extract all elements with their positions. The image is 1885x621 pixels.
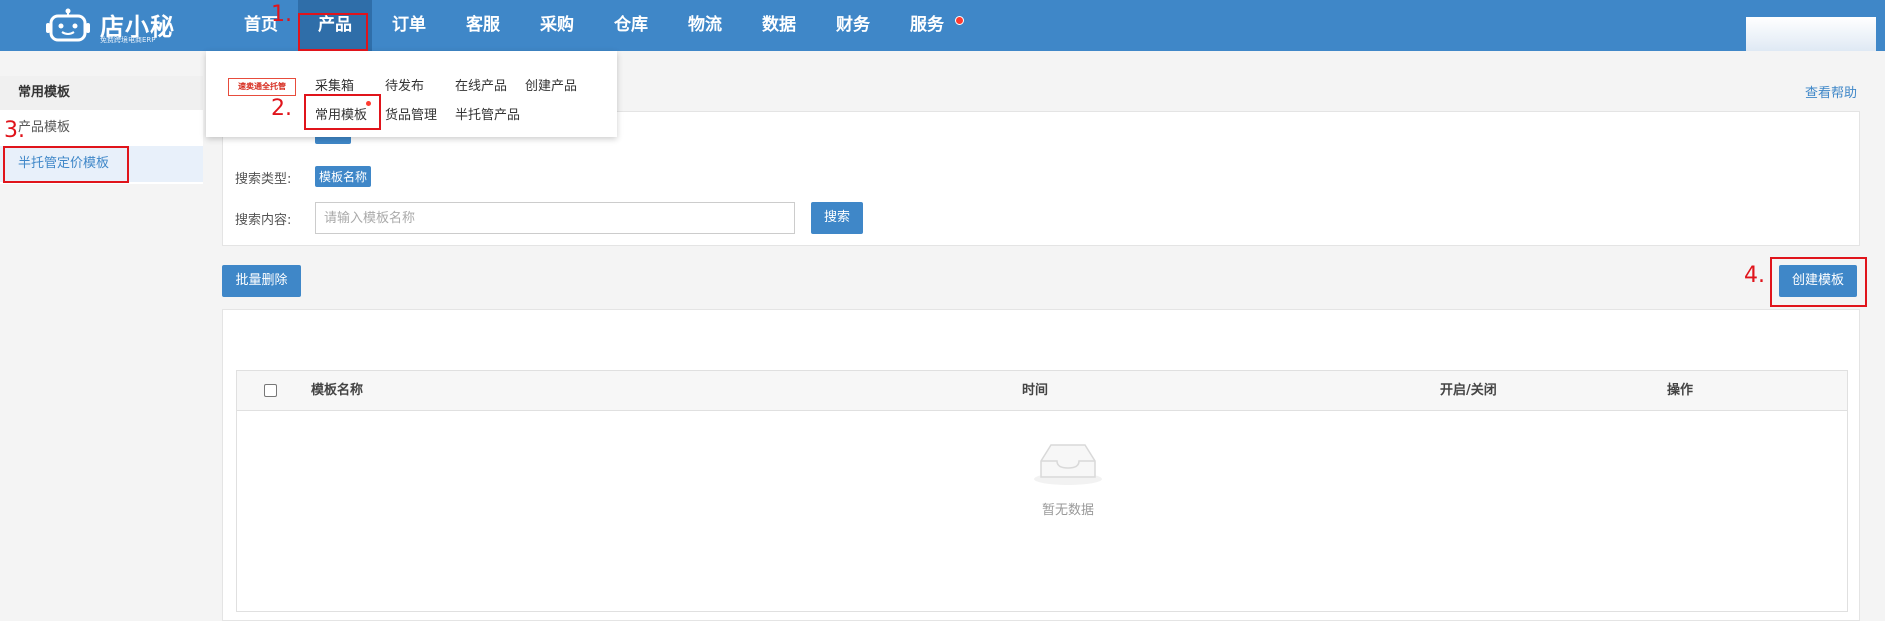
column-on-off: 开启/关闭 (1440, 383, 1497, 398)
column-actions: 操作 (1667, 383, 1694, 398)
annotation-box-common-templates (304, 94, 381, 130)
sidebar-item-product-templates[interactable]: 产品模板 (0, 110, 203, 146)
templates-table: 模板名称 时间 开启/关闭 操作 暂无数据 (236, 370, 1848, 612)
annotation-box-semi-managed-pricing (3, 146, 129, 183)
empty-state-text: 暂无数据 (1041, 503, 1094, 518)
table-panel: 模板名称 时间 开启/关闭 操作 暂无数据 (222, 309, 1860, 621)
search-button[interactable]: 搜索 (811, 202, 863, 234)
search-input[interactable] (315, 202, 795, 234)
menu-item-online-products[interactable]: 在线产品 (455, 75, 507, 94)
select-all-checkbox[interactable] (264, 384, 277, 397)
help-link[interactable]: 查看帮助 (1805, 82, 1857, 101)
batch-delete-button[interactable]: 批量删除 (222, 265, 301, 297)
product-dropdown-menu: 速卖通全托管 采集箱 待发布 在线产品 创建产品 常用模板 货品管理 半托管产品 (206, 51, 617, 137)
annotation-box-create-template (1770, 257, 1867, 307)
search-content-label: 搜索内容: (235, 213, 292, 228)
menu-item-goods-management[interactable]: 货品管理 (385, 104, 437, 123)
menu-item-collection-box[interactable]: 采集箱 (315, 75, 354, 94)
menu-item-semi-managed-products[interactable]: 半托管产品 (455, 104, 520, 123)
nav-item-purchase[interactable]: 采购 (520, 0, 594, 51)
search-type-label: 搜索类型: (235, 172, 292, 187)
annotation-box-product-nav (298, 13, 368, 51)
notification-dot (955, 16, 964, 25)
robot-logo-icon (46, 8, 90, 42)
nav-item-data[interactable]: 数据 (742, 0, 816, 51)
annotation-number-4: 4. (1744, 263, 1765, 288)
aliexpress-full-managed-badge[interactable]: 速卖通全托管 (228, 78, 296, 96)
sidebar-header: 常用模板 (0, 76, 203, 110)
logo[interactable]: 店小秘 免费跨境电商ERP (46, 4, 176, 46)
annotation-number-3: 3. (4, 118, 25, 143)
nav-item-services[interactable]: 服务 (890, 0, 964, 51)
brand-slogan: 免费跨境电商ERP (100, 36, 156, 44)
nav-item-order[interactable]: 订单 (372, 0, 446, 51)
nav-item-warehouse[interactable]: 仓库 (594, 0, 668, 51)
search-type-template-name-tag[interactable]: 模板名称 (315, 166, 372, 187)
column-template-name: 模板名称 (311, 383, 364, 398)
user-account-box[interactable] (1746, 17, 1876, 51)
annotation-number-2: 2. (271, 96, 292, 121)
menu-item-create-product[interactable]: 创建产品 (525, 75, 577, 94)
nav-item-service[interactable]: 客服 (446, 0, 520, 51)
annotation-number-1: 1. (271, 2, 292, 27)
empty-inbox-icon (1034, 444, 1102, 485)
table-header: 模板名称 时间 开启/关闭 操作 (237, 371, 1847, 411)
nav-item-finance[interactable]: 财务 (816, 0, 890, 51)
menu-item-pending-publish[interactable]: 待发布 (385, 75, 424, 94)
nav-item-logistics[interactable]: 物流 (668, 0, 742, 51)
column-time: 时间 (1022, 383, 1049, 398)
